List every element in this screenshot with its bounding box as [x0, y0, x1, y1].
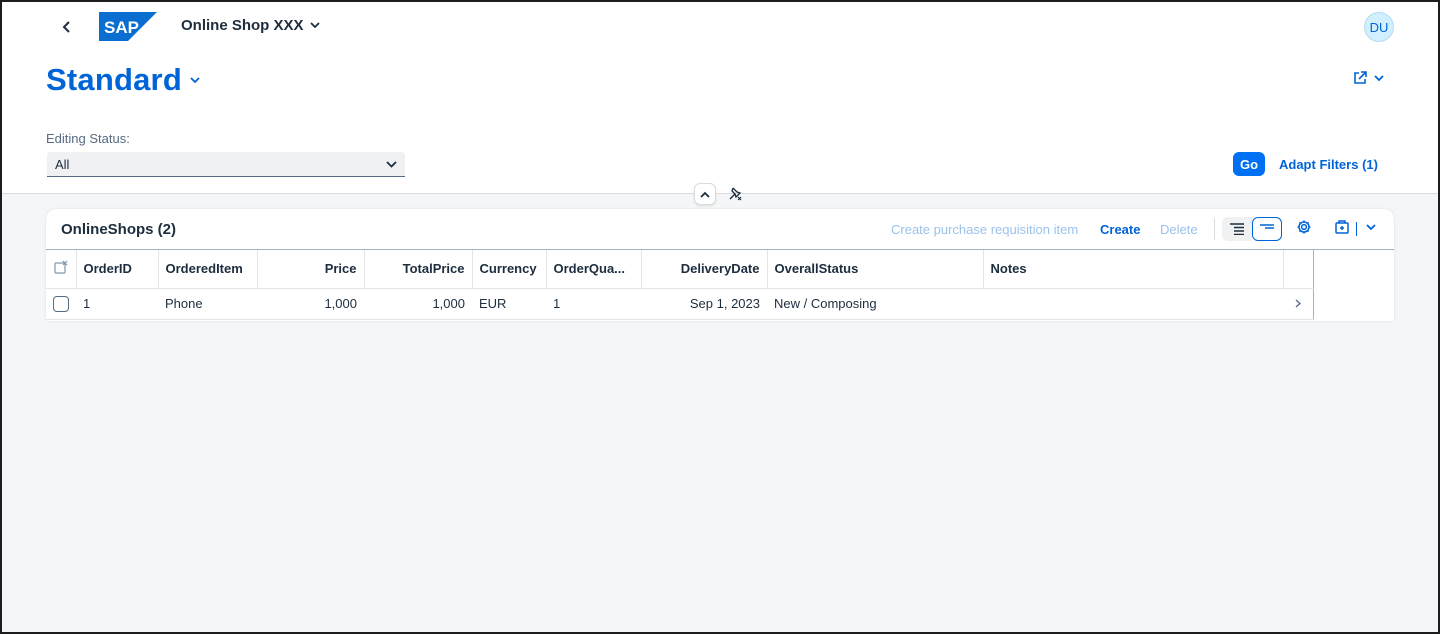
chevron-down-icon	[309, 22, 320, 29]
cell-price: 1,000	[257, 288, 364, 320]
chevron-down-icon	[1374, 74, 1384, 81]
sap-logo-text: SAP	[104, 18, 139, 37]
table-toolbar: OnlineShops (2) Create purchase requisit…	[46, 209, 1394, 250]
settings-gear-icon	[1297, 220, 1311, 234]
row-navigation[interactable]	[1283, 288, 1314, 320]
table-card: OnlineShops (2) Create purchase requisit…	[46, 209, 1394, 321]
pin-icon	[729, 187, 742, 201]
chevron-down-icon	[190, 76, 200, 83]
editing-status-select[interactable]: All	[47, 152, 405, 177]
toolbar-separator	[1214, 218, 1215, 240]
app-title-menu[interactable]: Online Shop XXX	[181, 17, 320, 34]
create-button[interactable]: Create	[1100, 222, 1140, 237]
export-menu-button[interactable]	[1366, 224, 1376, 231]
compact-view-icon	[1260, 224, 1274, 229]
app-title: Online Shop XXX	[181, 17, 304, 34]
cell-currency: EUR	[472, 288, 546, 320]
create-purchase-requisition-item-button[interactable]: Create purchase requisition item	[891, 222, 1078, 237]
cell-notes	[983, 288, 1283, 320]
chevron-down-icon	[386, 160, 397, 168]
avatar[interactable]: DU	[1364, 12, 1394, 42]
column-header-orderid[interactable]: OrderID	[76, 250, 159, 289]
chevron-down-icon	[1366, 224, 1376, 231]
go-button[interactable]: Go	[1233, 152, 1265, 176]
share-icon	[1354, 71, 1367, 84]
cell-overallstatus: New / Composing	[767, 288, 983, 320]
sap-logo[interactable]: SAP	[99, 12, 157, 41]
clear-selection-icon	[54, 260, 68, 274]
column-header-deliverydate[interactable]: DeliveryDate	[641, 250, 768, 289]
row-select-cell	[46, 288, 76, 320]
avatar-initials: DU	[1369, 19, 1389, 35]
pin-header-button[interactable]	[724, 183, 746, 205]
editing-status-value: All	[55, 156, 70, 172]
page-title: Standard	[46, 62, 182, 97]
adapt-filters-button[interactable]: Adapt Filters (1)	[1279, 157, 1378, 172]
column-header-totalprice[interactable]: TotalPrice	[364, 250, 473, 289]
export-button[interactable]	[1334, 219, 1350, 235]
table-settings-button[interactable]	[1296, 219, 1312, 235]
table-title: OnlineShops (2)	[61, 221, 177, 238]
cell-ordereditem: Phone	[158, 288, 257, 320]
table-row[interactable]: 1 Phone 1,000 1,000 EUR 1 Sep 1, 2023 Ne…	[46, 288, 1314, 320]
variant-management[interactable]: Standard	[46, 62, 200, 98]
column-header-price[interactable]: Price	[257, 250, 365, 289]
clear-selection-button[interactable]	[46, 250, 77, 289]
cell-orderid: 1	[76, 288, 158, 320]
column-header-ordereditem[interactable]: OrderedItem	[158, 250, 258, 289]
cell-deliverydate: Sep 1, 2023	[641, 288, 767, 320]
editing-status-label: Editing Status:	[46, 131, 130, 146]
page-header: SAP Online Shop XXX DU Standard Editing …	[2, 2, 1438, 194]
collapse-header-button[interactable]	[694, 183, 716, 205]
column-header-orderquantity[interactable]: OrderQua...	[546, 250, 642, 289]
column-header-navigation	[1283, 250, 1314, 289]
cell-orderquantity: 1	[546, 288, 641, 320]
cell-totalprice: 1,000	[364, 288, 472, 320]
shellbar: SAP Online Shop XXX DU	[2, 2, 1438, 52]
row-checkbox[interactable]	[53, 295, 69, 312]
condensed-view-icon	[1230, 223, 1244, 235]
export-separator	[1356, 222, 1357, 236]
orders-table: OrderID OrderedItem Price TotalPrice Cur…	[46, 250, 1314, 320]
table-header-row: OrderID OrderedItem Price TotalPrice Cur…	[46, 250, 1314, 289]
chevron-right-icon	[1295, 299, 1301, 308]
back-icon	[62, 21, 70, 33]
share-button[interactable]	[1352, 70, 1384, 86]
column-header-overallstatus[interactable]: OverallStatus	[767, 250, 984, 289]
delete-button[interactable]: Delete	[1160, 222, 1198, 237]
compact-view-toggle[interactable]	[1252, 217, 1282, 241]
collapse-up-icon	[700, 191, 710, 198]
column-header-notes[interactable]: Notes	[983, 250, 1284, 289]
export-icon	[1335, 220, 1349, 234]
back-button[interactable]	[54, 14, 80, 40]
column-header-currency[interactable]: Currency	[472, 250, 547, 289]
condensed-view-toggle[interactable]	[1222, 217, 1252, 241]
